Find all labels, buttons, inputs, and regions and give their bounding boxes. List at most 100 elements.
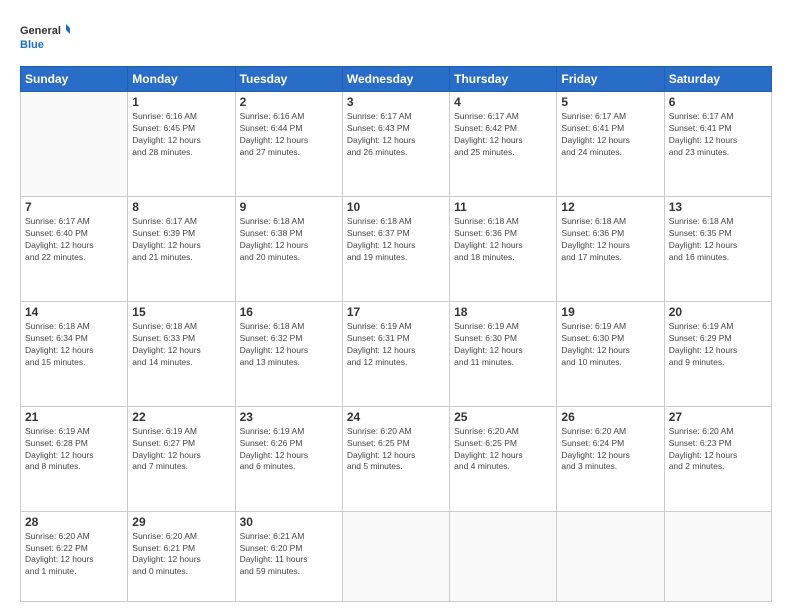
weekday-header-friday: Friday bbox=[557, 67, 664, 92]
day-info: Sunrise: 6:20 AM Sunset: 6:25 PM Dayligh… bbox=[454, 426, 552, 474]
day-number: 2 bbox=[240, 95, 338, 109]
day-number: 4 bbox=[454, 95, 552, 109]
day-number: 29 bbox=[132, 515, 230, 529]
calendar-cell: 24Sunrise: 6:20 AM Sunset: 6:25 PM Dayli… bbox=[342, 406, 449, 511]
calendar-cell: 20 Sunrise: 6:19 AM Sunset: 6:29 PM Dayli… bbox=[664, 301, 771, 406]
calendar-cell: 6 Sunrise: 6:17 AM Sunset: 6:41 PM Daylig… bbox=[664, 92, 771, 197]
weekday-header-tuesday: Tuesday bbox=[235, 67, 342, 92]
day-number: 15 bbox=[132, 305, 230, 319]
day-info: Sunrise: 6:17 AM Sunset: 6:41 PM Dayligh… bbox=[669, 111, 767, 159]
day-info: Sunrise: 6:18 AM Sunset: 6:35 PM Dayligh… bbox=[669, 216, 767, 264]
calendar-cell: 28 Sunrise: 6:20 AM Sunset: 6:22 PM Dayli… bbox=[21, 511, 128, 601]
day-info: Sunrise: 6:17 AM Sunset: 6:41 PM Dayligh… bbox=[561, 111, 659, 159]
logo-svg: General Blue bbox=[20, 18, 70, 56]
weekday-header-thursday: Thursday bbox=[450, 67, 557, 92]
calendar-cell: 29 Sunrise: 6:20 AM Sunset: 6:21 PM Dayli… bbox=[128, 511, 235, 601]
day-info: Sunrise: 6:19 AM Sunset: 6:28 PM Dayligh… bbox=[25, 426, 123, 474]
day-number: 13 bbox=[669, 200, 767, 214]
calendar-cell bbox=[21, 92, 128, 197]
calendar-cell: 17 Sunrise: 6:19 AM Sunset: 6:31 PM Dayli… bbox=[342, 301, 449, 406]
calendar-week-row: 7 Sunrise: 6:17 AM Sunset: 6:40 PM Daylig… bbox=[21, 196, 772, 301]
calendar-cell: 14 Sunrise: 6:18 AM Sunset: 6:34 PM Dayli… bbox=[21, 301, 128, 406]
calendar-cell: 2 Sunrise: 6:16 AM Sunset: 6:44 PM Daylig… bbox=[235, 92, 342, 197]
weekday-header-monday: Monday bbox=[128, 67, 235, 92]
day-number: 19 bbox=[561, 305, 659, 319]
calendar-cell: 30Sunrise: 6:21 AM Sunset: 6:20 PM Dayli… bbox=[235, 511, 342, 601]
calendar-cell: 12 Sunrise: 6:18 AM Sunset: 6:36 PM Dayli… bbox=[557, 196, 664, 301]
calendar-cell: 13 Sunrise: 6:18 AM Sunset: 6:35 PM Dayli… bbox=[664, 196, 771, 301]
page-header: General Blue bbox=[20, 18, 772, 56]
day-info: Sunrise: 6:18 AM Sunset: 6:34 PM Dayligh… bbox=[25, 321, 123, 369]
day-info: Sunrise: 6:17 AM Sunset: 6:40 PM Dayligh… bbox=[25, 216, 123, 264]
day-info: Sunrise: 6:20 AM Sunset: 6:21 PM Dayligh… bbox=[132, 531, 230, 579]
day-info: Sunrise: 6:16 AM Sunset: 6:44 PM Dayligh… bbox=[240, 111, 338, 159]
calendar-cell: 18Sunrise: 6:19 AM Sunset: 6:30 PM Dayli… bbox=[450, 301, 557, 406]
day-info: Sunrise: 6:20 AM Sunset: 6:24 PM Dayligh… bbox=[561, 426, 659, 474]
calendar-cell: 16 Sunrise: 6:18 AM Sunset: 6:32 PM Dayli… bbox=[235, 301, 342, 406]
day-number: 7 bbox=[25, 200, 123, 214]
day-info: Sunrise: 6:19 AM Sunset: 6:29 PM Dayligh… bbox=[669, 321, 767, 369]
calendar-week-row: 1 Sunrise: 6:16 AM Sunset: 6:45 PM Daylig… bbox=[21, 92, 772, 197]
calendar-cell: 23 Sunrise: 6:19 AM Sunset: 6:26 PM Dayli… bbox=[235, 406, 342, 511]
weekday-header-sunday: Sunday bbox=[21, 67, 128, 92]
day-number: 23 bbox=[240, 410, 338, 424]
day-number: 16 bbox=[240, 305, 338, 319]
calendar-cell: 25 Sunrise: 6:20 AM Sunset: 6:25 PM Dayli… bbox=[450, 406, 557, 511]
day-number: 14 bbox=[25, 305, 123, 319]
day-number: 6 bbox=[669, 95, 767, 109]
weekday-header-row: SundayMondayTuesdayWednesdayThursdayFrid… bbox=[21, 67, 772, 92]
calendar-cell bbox=[664, 511, 771, 601]
weekday-header-wednesday: Wednesday bbox=[342, 67, 449, 92]
day-number: 21 bbox=[25, 410, 123, 424]
svg-text:Blue: Blue bbox=[20, 39, 44, 51]
day-info: Sunrise: 6:16 AM Sunset: 6:45 PM Dayligh… bbox=[132, 111, 230, 159]
day-number: 26 bbox=[561, 410, 659, 424]
day-number: 20 bbox=[669, 305, 767, 319]
calendar-cell: 21 Sunrise: 6:19 AM Sunset: 6:28 PM Dayli… bbox=[21, 406, 128, 511]
day-info: Sunrise: 6:20 AM Sunset: 6:23 PM Dayligh… bbox=[669, 426, 767, 474]
day-info: Sunrise: 6:17 AM Sunset: 6:43 PM Dayligh… bbox=[347, 111, 445, 159]
svg-text:General: General bbox=[20, 25, 61, 37]
calendar-week-row: 14 Sunrise: 6:18 AM Sunset: 6:34 PM Dayli… bbox=[21, 301, 772, 406]
logo: General Blue bbox=[20, 18, 70, 56]
day-number: 9 bbox=[240, 200, 338, 214]
day-number: 11 bbox=[454, 200, 552, 214]
day-info: Sunrise: 6:19 AM Sunset: 6:31 PM Dayligh… bbox=[347, 321, 445, 369]
calendar-cell: 1 Sunrise: 6:16 AM Sunset: 6:45 PM Daylig… bbox=[128, 92, 235, 197]
day-number: 3 bbox=[347, 95, 445, 109]
day-info: Sunrise: 6:18 AM Sunset: 6:32 PM Dayligh… bbox=[240, 321, 338, 369]
calendar-cell: 27 Sunrise: 6:20 AM Sunset: 6:23 PM Dayli… bbox=[664, 406, 771, 511]
day-number: 28 bbox=[25, 515, 123, 529]
day-info: Sunrise: 6:19 AM Sunset: 6:30 PM Dayligh… bbox=[454, 321, 552, 369]
day-info: Sunrise: 6:21 AM Sunset: 6:20 PM Dayligh… bbox=[240, 531, 338, 579]
day-number: 24 bbox=[347, 410, 445, 424]
calendar-cell: 22 Sunrise: 6:19 AM Sunset: 6:27 PM Dayli… bbox=[128, 406, 235, 511]
day-number: 12 bbox=[561, 200, 659, 214]
calendar-cell bbox=[557, 511, 664, 601]
day-number: 10 bbox=[347, 200, 445, 214]
calendar-cell: 11Sunrise: 6:18 AM Sunset: 6:36 PM Dayli… bbox=[450, 196, 557, 301]
day-number: 27 bbox=[669, 410, 767, 424]
calendar-cell: 15 Sunrise: 6:18 AM Sunset: 6:33 PM Dayli… bbox=[128, 301, 235, 406]
calendar-cell: 10Sunrise: 6:18 AM Sunset: 6:37 PM Dayli… bbox=[342, 196, 449, 301]
day-info: Sunrise: 6:20 AM Sunset: 6:22 PM Dayligh… bbox=[25, 531, 123, 579]
day-number: 1 bbox=[132, 95, 230, 109]
calendar-cell: 5Sunrise: 6:17 AM Sunset: 6:41 PM Daylig… bbox=[557, 92, 664, 197]
day-number: 25 bbox=[454, 410, 552, 424]
calendar-cell bbox=[342, 511, 449, 601]
day-number: 22 bbox=[132, 410, 230, 424]
day-info: Sunrise: 6:17 AM Sunset: 6:39 PM Dayligh… bbox=[132, 216, 230, 264]
calendar-cell bbox=[450, 511, 557, 601]
day-info: Sunrise: 6:18 AM Sunset: 6:33 PM Dayligh… bbox=[132, 321, 230, 369]
day-info: Sunrise: 6:19 AM Sunset: 6:26 PM Dayligh… bbox=[240, 426, 338, 474]
day-number: 8 bbox=[132, 200, 230, 214]
calendar-table: SundayMondayTuesdayWednesdayThursdayFrid… bbox=[20, 66, 772, 602]
calendar-cell: 4Sunrise: 6:17 AM Sunset: 6:42 PM Daylig… bbox=[450, 92, 557, 197]
calendar-week-row: 21 Sunrise: 6:19 AM Sunset: 6:28 PM Dayli… bbox=[21, 406, 772, 511]
day-number: 17 bbox=[347, 305, 445, 319]
day-info: Sunrise: 6:18 AM Sunset: 6:36 PM Dayligh… bbox=[561, 216, 659, 264]
day-info: Sunrise: 6:19 AM Sunset: 6:27 PM Dayligh… bbox=[132, 426, 230, 474]
calendar-cell: 9 Sunrise: 6:18 AM Sunset: 6:38 PM Daylig… bbox=[235, 196, 342, 301]
calendar-cell: 7 Sunrise: 6:17 AM Sunset: 6:40 PM Daylig… bbox=[21, 196, 128, 301]
day-info: Sunrise: 6:18 AM Sunset: 6:38 PM Dayligh… bbox=[240, 216, 338, 264]
